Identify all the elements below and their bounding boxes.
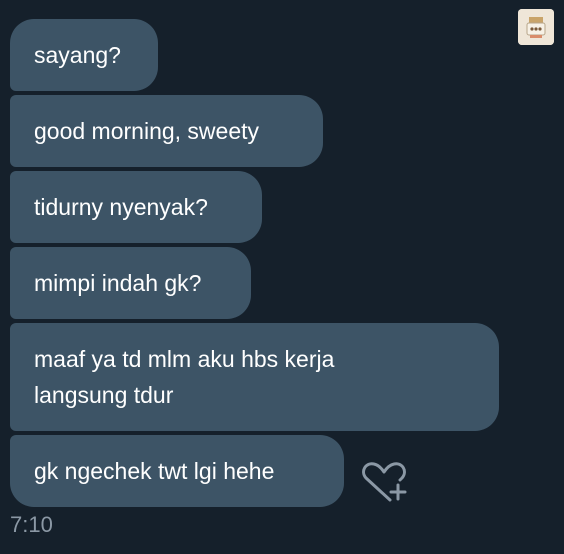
message-text: gk ngechek twt lgi hehe [34, 458, 275, 484]
message-timestamp: 7:10 [10, 512, 53, 537]
message-bubble[interactable]: good morning, sweety [10, 95, 323, 167]
message-text: mimpi indah gk? [34, 270, 202, 296]
message-bubble[interactable]: gk ngechek twt lgi hehe [10, 435, 344, 507]
message-bubble[interactable]: mimpi indah gk? [10, 247, 251, 319]
message-bubble[interactable]: sayang? [10, 19, 158, 91]
message-text: sayang? [34, 42, 121, 68]
message-bubble[interactable]: maaf ya td mlm aku hbs kerja langsung td… [10, 323, 499, 431]
message-bubble[interactable]: tidurny nyenyak? [10, 171, 262, 243]
message-text: good morning, sweety [34, 118, 260, 144]
message-text: tidurny nyenyak? [34, 194, 208, 220]
message-text: maaf ya td mlm aku hbs kerja langsung td… [34, 341, 334, 413]
heart-plus-icon[interactable] [360, 462, 410, 506]
sender-avatar[interactable] [518, 9, 554, 45]
avatar-image [518, 9, 554, 45]
message-line: maaf ya td mlm aku hbs kerja [34, 346, 335, 372]
message-line: langsung tdur [34, 382, 174, 408]
